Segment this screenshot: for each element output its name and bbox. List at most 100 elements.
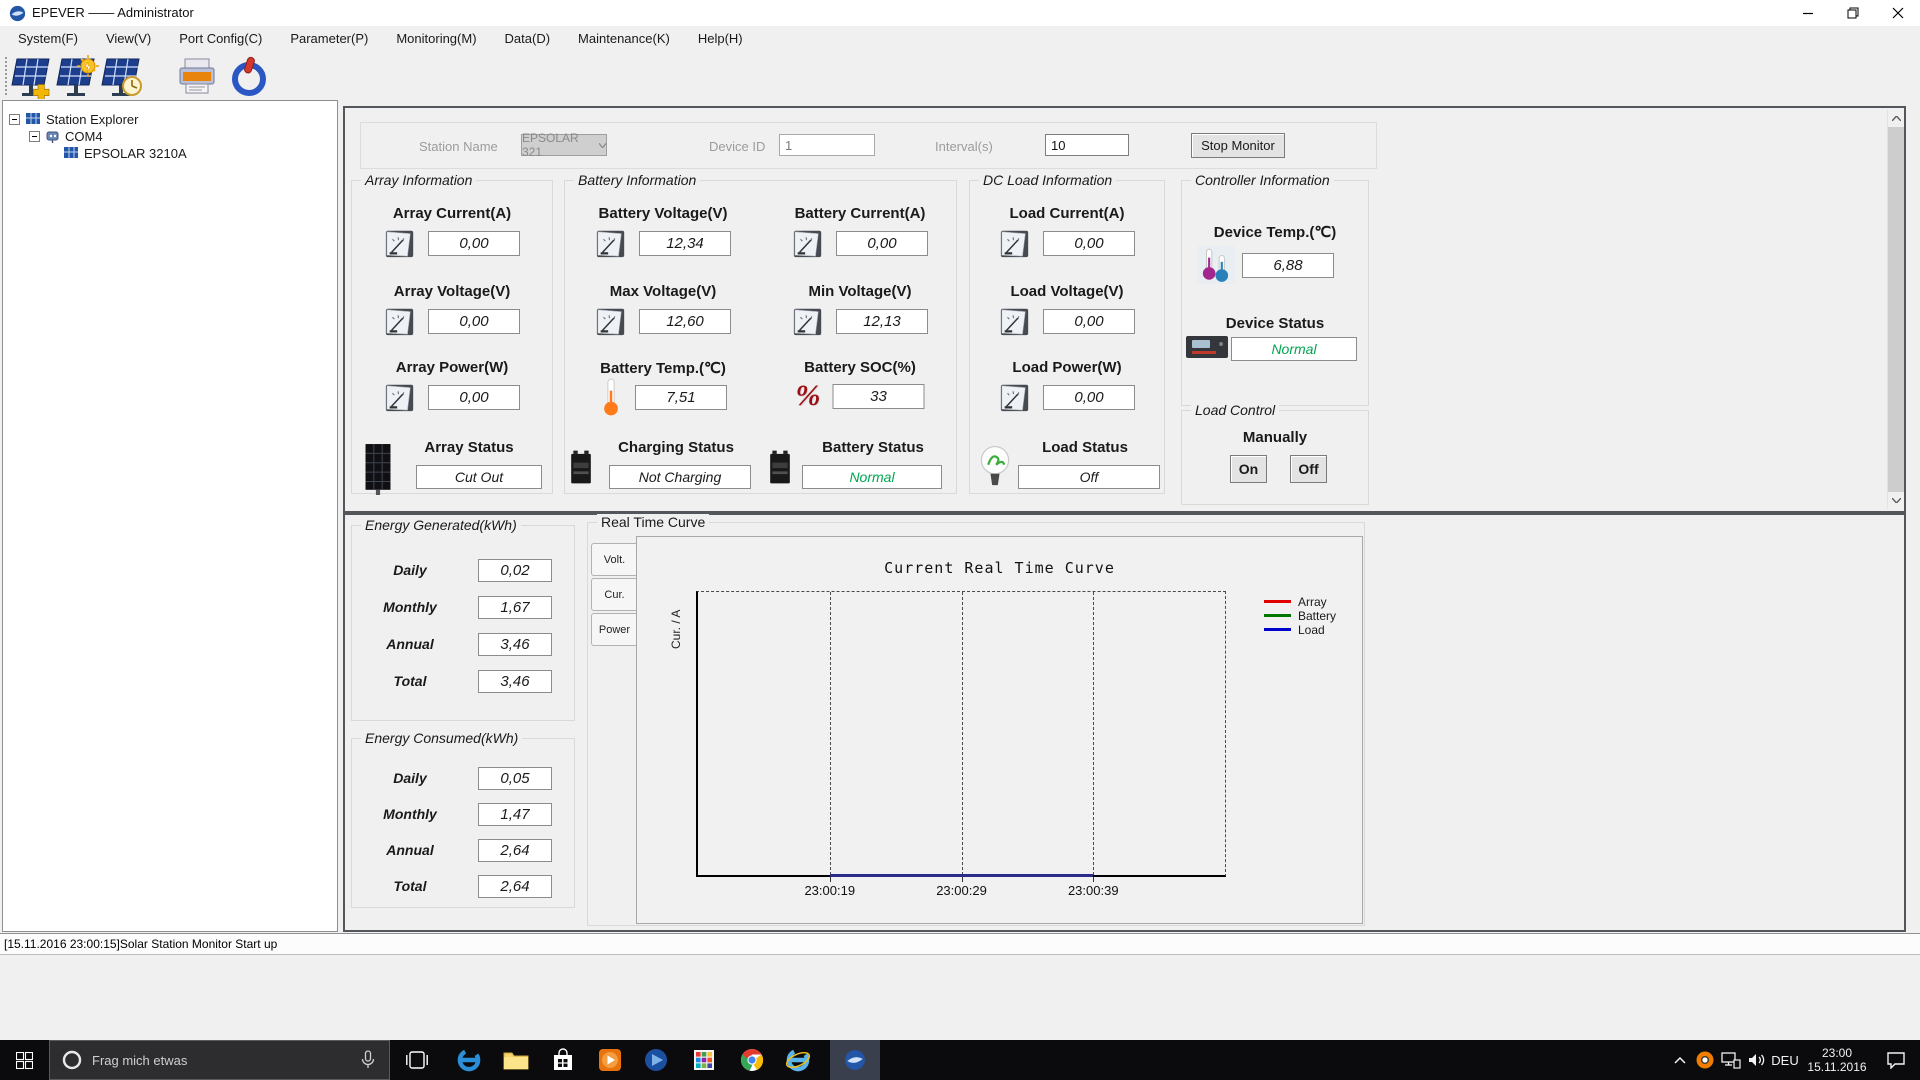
station-icon <box>26 113 40 124</box>
taskbar-store-button[interactable] <box>539 1040 586 1080</box>
minimize-button[interactable] <box>1785 0 1830 26</box>
add-station-button[interactable] <box>10 55 54 101</box>
file-explorer-icon <box>503 1052 528 1070</box>
menu-help[interactable]: Help(H) <box>684 26 757 52</box>
restore-button[interactable] <box>1830 0 1875 26</box>
tree-item-com4[interactable]: COM4 <box>29 128 103 144</box>
media-player-icon <box>598 1049 621 1071</box>
gridline <box>829 592 831 875</box>
station-tree-panel: Station Explorer COM4 EPSOLAR 3210A <box>2 100 338 932</box>
com-port-icon <box>46 131 59 143</box>
meter-icon <box>595 305 627 337</box>
energy-row-label: Annual <box>386 842 434 858</box>
speaker-icon <box>1748 1054 1764 1066</box>
menu-system[interactable]: System(F) <box>4 26 92 52</box>
chevron-up-icon <box>1891 116 1901 121</box>
x-tick-label: 23:00:29 <box>936 883 987 898</box>
taskbar-chrome-button[interactable] <box>728 1040 775 1080</box>
clock-time: 23:00 <box>1821 1046 1853 1060</box>
device-temp-value: 6,88 <box>1242 253 1334 278</box>
energy-row-value: 3,46 <box>478 670 552 693</box>
x-tick-label: 23:00:39 <box>1067 883 1119 898</box>
scroll-thumb[interactable] <box>1888 127 1904 492</box>
add-station-icon <box>10 55 54 101</box>
battery-temp-label: Battery Temp.(℃) <box>600 360 726 377</box>
device-id-input[interactable]: 1 <box>779 134 875 156</box>
action-center-button[interactable] <box>1876 1040 1916 1080</box>
tree-item-station-explorer[interactable]: Station Explorer <box>9 111 139 127</box>
start-button[interactable] <box>0 1040 48 1080</box>
taskbar-player-button[interactable] <box>632 1040 679 1080</box>
edge-icon <box>456 1047 482 1073</box>
station-name-select[interactable]: EPSOLAR 321 <box>521 131 607 159</box>
x-tick-label: 23:00:19 <box>804 883 856 898</box>
energy-row-label: Daily <box>393 562 427 578</box>
history-data-button[interactable] <box>100 55 144 99</box>
tree-item-epsolar-3210a[interactable]: EPSOLAR 3210A <box>63 145 187 161</box>
energy-row-value: 2,64 <box>478 839 552 862</box>
close-button[interactable] <box>1875 0 1920 26</box>
menu-port-config[interactable]: Port Config(C) <box>165 26 276 52</box>
load-off-button[interactable]: Off <box>1290 455 1327 483</box>
tree-collapse-icon[interactable] <box>9 113 20 125</box>
toolbar-grip <box>5 57 7 95</box>
load-on-button[interactable]: On <box>1230 455 1267 483</box>
taskbar-ie-button[interactable] <box>774 1040 821 1080</box>
print-button[interactable] <box>175 55 219 99</box>
toolbar <box>0 52 1920 101</box>
legend-item-array: Array <box>1264 595 1327 609</box>
tray-clock[interactable]: 23:00 15.11.2016 <box>1800 1040 1874 1080</box>
scroll-down-button[interactable] <box>1888 492 1904 509</box>
menu-maintenance[interactable]: Maintenance(K) <box>564 26 684 52</box>
interval-input[interactable]: 10 <box>1045 134 1129 156</box>
legend-label: Battery <box>1298 608 1337 623</box>
tree-item-label: COM4 <box>65 128 103 144</box>
controller-icon <box>1185 333 1229 361</box>
station-monitor-button[interactable] <box>55 55 99 99</box>
power-exit-button[interactable] <box>227 55 271 99</box>
taskbar-file-explorer-button[interactable] <box>492 1040 539 1080</box>
menu-parameter[interactable]: Parameter(P) <box>276 26 382 52</box>
tree-collapse-icon[interactable] <box>29 130 40 142</box>
tray-language-button[interactable]: DEU <box>1768 1040 1802 1080</box>
taskbar-search-input[interactable]: Frag mich etwas <box>49 1040 390 1080</box>
taskbar-epever-active-app[interactable] <box>830 1040 880 1080</box>
array-voltage-label: Array Voltage(V) <box>393 283 511 300</box>
meter-icon <box>595 227 627 259</box>
taskbar-apps-grid-button[interactable] <box>680 1040 727 1080</box>
energy-row-value: 1,67 <box>478 596 552 619</box>
station-name-value: EPSOLAR 321 <box>522 131 579 159</box>
taskbar-edge-button[interactable] <box>445 1040 492 1080</box>
scroll-up-button[interactable] <box>1888 110 1904 127</box>
tab-cur[interactable]: Cur. <box>591 578 638 611</box>
device-icon <box>64 147 78 158</box>
controller-information-group: Controller Information Device Temp.(℃) 6… <box>1181 172 1369 406</box>
title-bar: EPEVER —— Administrator <box>0 0 1920 26</box>
menu-monitoring[interactable]: Monitoring(M) <box>382 26 490 52</box>
action-center-icon <box>1887 1052 1905 1069</box>
array-power-label: Array Power(W) <box>395 359 509 376</box>
gridline <box>961 592 963 875</box>
charging-status-value: Not Charging <box>609 465 751 489</box>
taskbar-media-player-button[interactable] <box>586 1040 633 1080</box>
legend-swatch-array <box>1264 600 1291 603</box>
menu-data[interactable]: Data(D) <box>491 26 565 52</box>
energy-row-label: Monthly <box>383 599 437 615</box>
task-view-button[interactable] <box>393 1040 440 1080</box>
energy-row-label: Total <box>393 673 427 689</box>
meter-icon <box>999 227 1031 259</box>
microphone-icon[interactable] <box>361 1050 375 1070</box>
chart-y-axis-label: Cur. / A <box>669 609 683 649</box>
tree-item-label: Station Explorer <box>46 111 139 127</box>
menu-view[interactable]: View(V) <box>92 26 165 52</box>
tab-volt[interactable]: Volt. <box>591 543 638 576</box>
chevron-down-icon <box>598 142 606 148</box>
meter-icon <box>792 227 824 259</box>
vertical-scrollbar[interactable] <box>1887 110 1904 509</box>
history-clock-icon <box>100 55 142 99</box>
device-id-label: Device ID <box>709 139 766 154</box>
tab-power[interactable]: Power <box>591 613 638 646</box>
battery-voltage-value: 12,34 <box>639 230 731 256</box>
stop-monitor-button[interactable]: Stop Monitor <box>1191 133 1285 158</box>
minimize-icon <box>1802 12 1813 15</box>
